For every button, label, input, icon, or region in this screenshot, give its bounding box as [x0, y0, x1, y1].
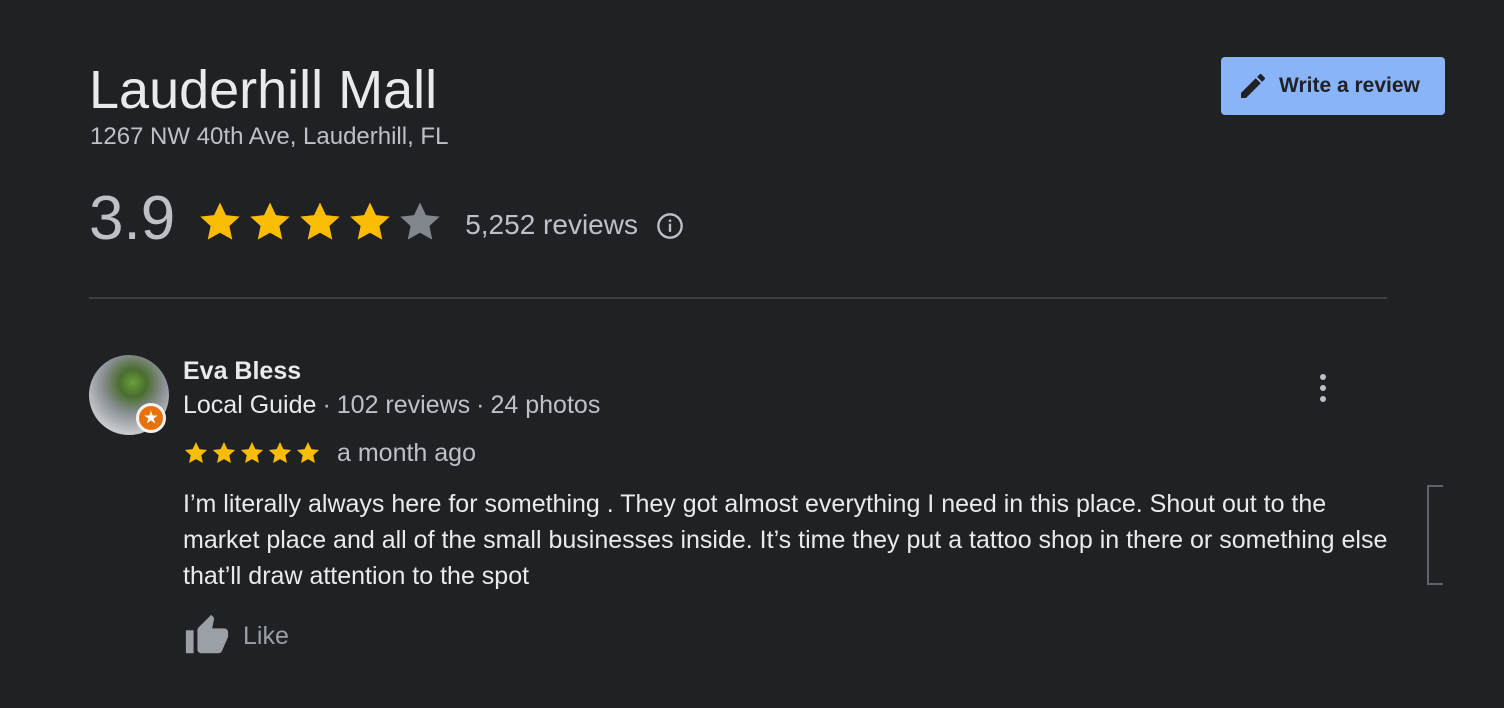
- review-star-filled-icon: [240, 441, 264, 463]
- reviewer-name[interactable]: Eva Bless: [183, 357, 301, 386]
- more-vert-icon[interactable]: [1309, 370, 1337, 406]
- review-age: a month ago: [337, 438, 476, 467]
- write-review-button[interactable]: Write a review: [1221, 57, 1445, 115]
- review-star-filled-icon: [184, 441, 208, 463]
- scroll-indicator: [1427, 485, 1443, 585]
- review-rating: a month ago: [183, 437, 476, 469]
- reviewer-meta: Local Guide · 102 reviews · 24 photos: [183, 391, 600, 420]
- star-filled-icon: [200, 202, 240, 240]
- separator: ·: [322, 391, 331, 419]
- divider: [89, 297, 1387, 299]
- star-filled-icon: [300, 202, 340, 240]
- separator: ·: [476, 391, 485, 419]
- more-dot: [1320, 396, 1326, 402]
- rating-value: 3.9: [89, 184, 176, 253]
- like-button[interactable]: Like: [183, 613, 289, 659]
- rating-stars: [197, 199, 443, 245]
- review-text: I’m literally always here for something …: [183, 490, 1388, 590]
- local-guide-label: Local Guide: [183, 391, 317, 419]
- review-star-filled-icon: [212, 441, 236, 463]
- star-filled-icon: [250, 202, 290, 240]
- like-label: Like: [243, 621, 289, 650]
- info-icon[interactable]: [656, 212, 684, 240]
- review-stars: [183, 440, 321, 466]
- pencil-icon: [1237, 70, 1269, 102]
- place-address: 1267 NW 40th Ave, Lauderhill, FL: [90, 123, 449, 150]
- review-star-filled-icon: [268, 441, 292, 463]
- thumb-up-icon: [183, 613, 231, 659]
- avatar[interactable]: [89, 355, 169, 435]
- reviewer-review-count: 102 reviews: [336, 391, 471, 419]
- star-empty-icon: [400, 202, 440, 240]
- more-dot: [1320, 374, 1326, 380]
- star-filled-icon: [350, 202, 390, 240]
- write-review-label: Write a review: [1279, 74, 1420, 97]
- rating-summary: 3.9 5,252 reviews: [89, 183, 684, 255]
- place-title: Lauderhill Mall: [89, 60, 438, 120]
- reviewer-photo-count: 24 photos: [490, 391, 601, 419]
- more-dot: [1320, 385, 1326, 391]
- review-count[interactable]: 5,252 reviews: [465, 209, 638, 241]
- local-guide-badge-icon: [136, 403, 166, 433]
- review-star-filled-icon: [296, 441, 320, 463]
